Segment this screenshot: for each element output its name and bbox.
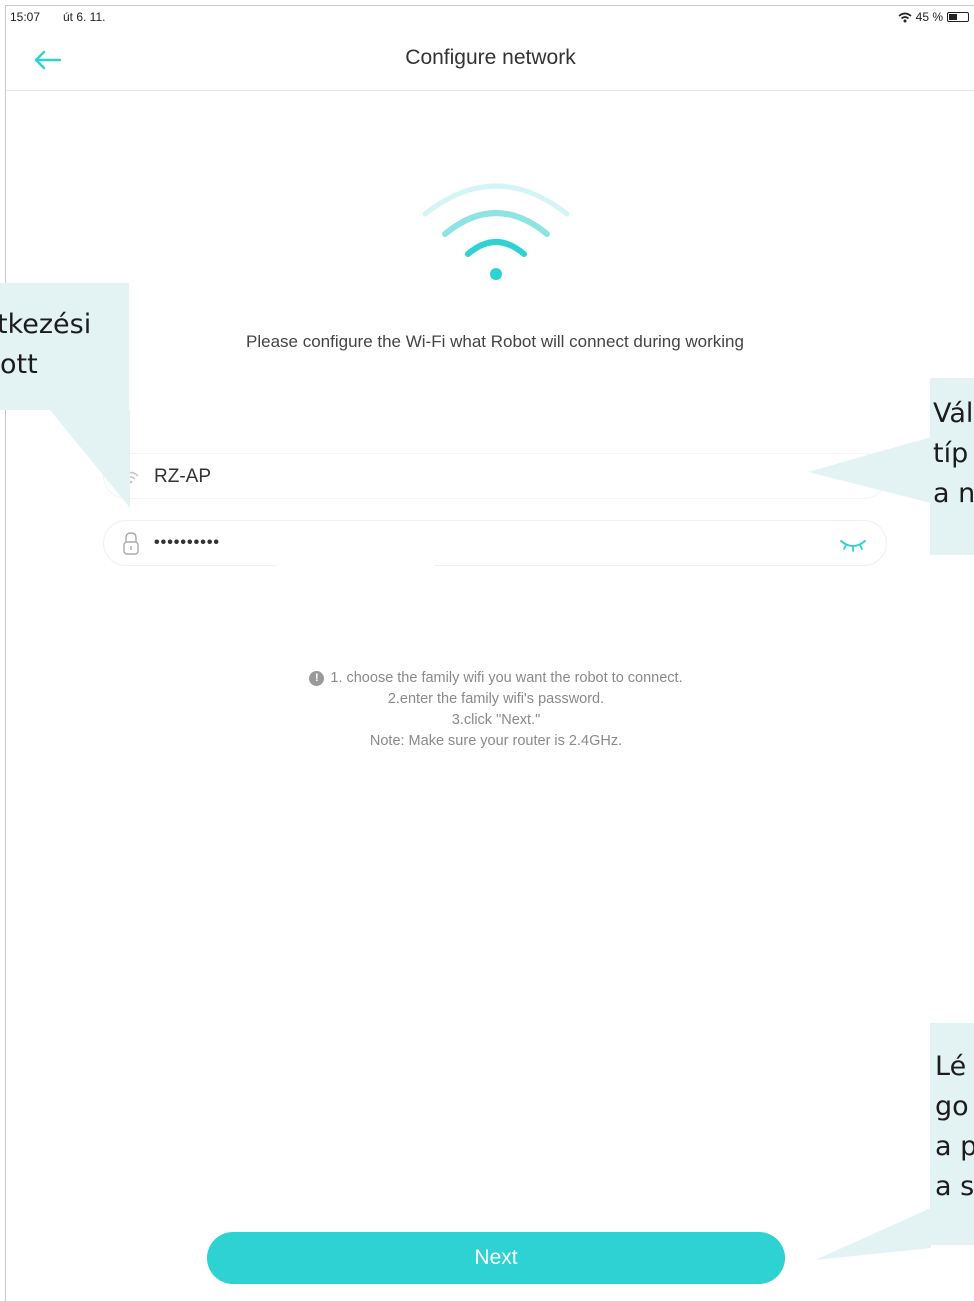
help-note: Note: Make sure your router is 2.4GHz. xyxy=(369,733,623,749)
battery-icon xyxy=(947,12,969,22)
page-title: Configure network xyxy=(405,46,576,69)
callout-right-bottom-line-2: go xyxy=(935,1091,969,1122)
status-time: 15:07 xyxy=(10,10,41,24)
callout-right-top-line-2: típ xyxy=(933,438,969,469)
ssid-field[interactable]: RZ-AP xyxy=(103,453,887,499)
nav-bar: Configure network xyxy=(6,28,974,91)
callout-right-top-line-3: a n xyxy=(933,478,974,509)
callout-right-bottom-text: Lé go a p a s xyxy=(935,1047,974,1207)
config-prompt: Please configure the Wi-Fi what Robot wi… xyxy=(246,332,744,351)
callout-left-line-2: ott xyxy=(0,349,38,380)
callout-left-text: tkezési ott xyxy=(0,305,91,385)
callout-left: tkezési ott xyxy=(0,283,129,410)
password-value: •••••••••• xyxy=(154,534,221,551)
callout-right-top-pointer xyxy=(808,437,931,503)
callout-left-pointer xyxy=(50,410,130,508)
help-step-1: 1. choose the family wifi you want the r… xyxy=(330,670,683,686)
callout-right-bottom-line-1: Lé xyxy=(935,1051,967,1082)
status-right: 45 % xyxy=(898,10,969,24)
redaction-block xyxy=(276,524,434,584)
help-step-3: 3.click "Next." xyxy=(451,712,541,728)
callout-right-top-text: Vál típ a n xyxy=(933,394,974,514)
callout-right-top: Vál típ a n xyxy=(930,378,974,555)
help-step-2: 2.enter the family wifi's password. xyxy=(387,691,605,707)
next-button[interactable]: Next xyxy=(207,1232,785,1284)
callout-right-bottom-line-4: a s xyxy=(935,1171,974,1202)
wifi-illustration-icon xyxy=(422,183,570,280)
help-line-1: ! 1. choose the family wifi you want the … xyxy=(309,668,683,689)
ssid-value: RZ-AP xyxy=(154,466,211,487)
wifi-signal-icon xyxy=(898,12,912,22)
callout-right-bottom-pointer xyxy=(815,1208,931,1260)
app-screen: 15:07 út 6. 11. 45 % Configure network P… xyxy=(5,5,974,1301)
help-text: ! 1. choose the family wifi you want the … xyxy=(6,667,974,752)
callout-right-bottom-line-3: a p xyxy=(935,1131,974,1162)
callout-right-bottom: Lé go a p a s xyxy=(930,1023,974,1245)
lock-icon xyxy=(123,532,139,555)
callout-right-top-line-1: Vál xyxy=(933,398,974,429)
status-bar: 15:07 út 6. 11. 45 % xyxy=(6,6,974,28)
callout-left-line-1: tkezési xyxy=(0,309,92,340)
eye-closed-icon[interactable] xyxy=(838,533,868,555)
status-date: út 6. 11. xyxy=(63,10,106,24)
battery-percent: 45 % xyxy=(915,10,943,24)
password-field[interactable]: •••••••••• xyxy=(103,520,887,566)
info-icon: ! xyxy=(309,671,325,686)
